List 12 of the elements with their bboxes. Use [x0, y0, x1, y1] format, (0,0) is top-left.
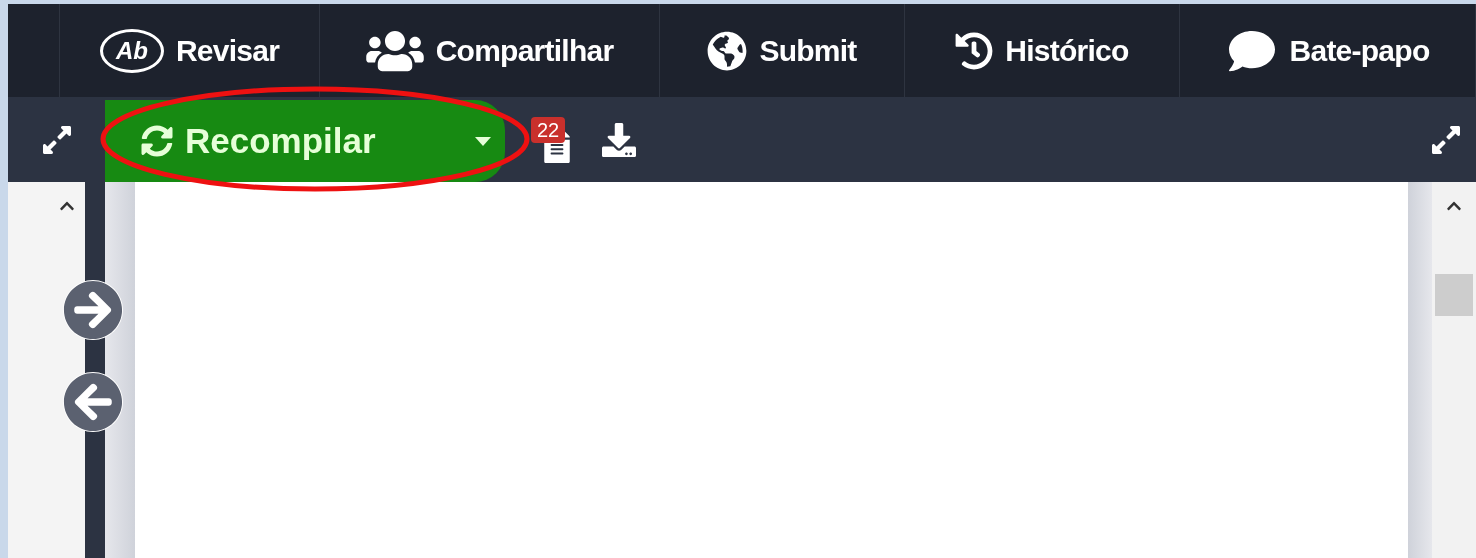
scroll-thumb[interactable]	[1435, 274, 1473, 316]
download-icon	[602, 122, 636, 157]
refresh-icon	[141, 125, 173, 157]
recompile-button[interactable]: Recompilar	[105, 100, 505, 182]
expand-icon	[40, 123, 73, 156]
history-icon	[955, 31, 994, 70]
speech-bubble-icon: Ab	[99, 28, 164, 73]
globe-icon	[707, 30, 748, 71]
error-count-badge: 22	[531, 116, 566, 143]
logs-button[interactable]: 22	[527, 104, 587, 175]
caret-icon	[475, 136, 491, 146]
expand-icon	[1430, 123, 1462, 156]
